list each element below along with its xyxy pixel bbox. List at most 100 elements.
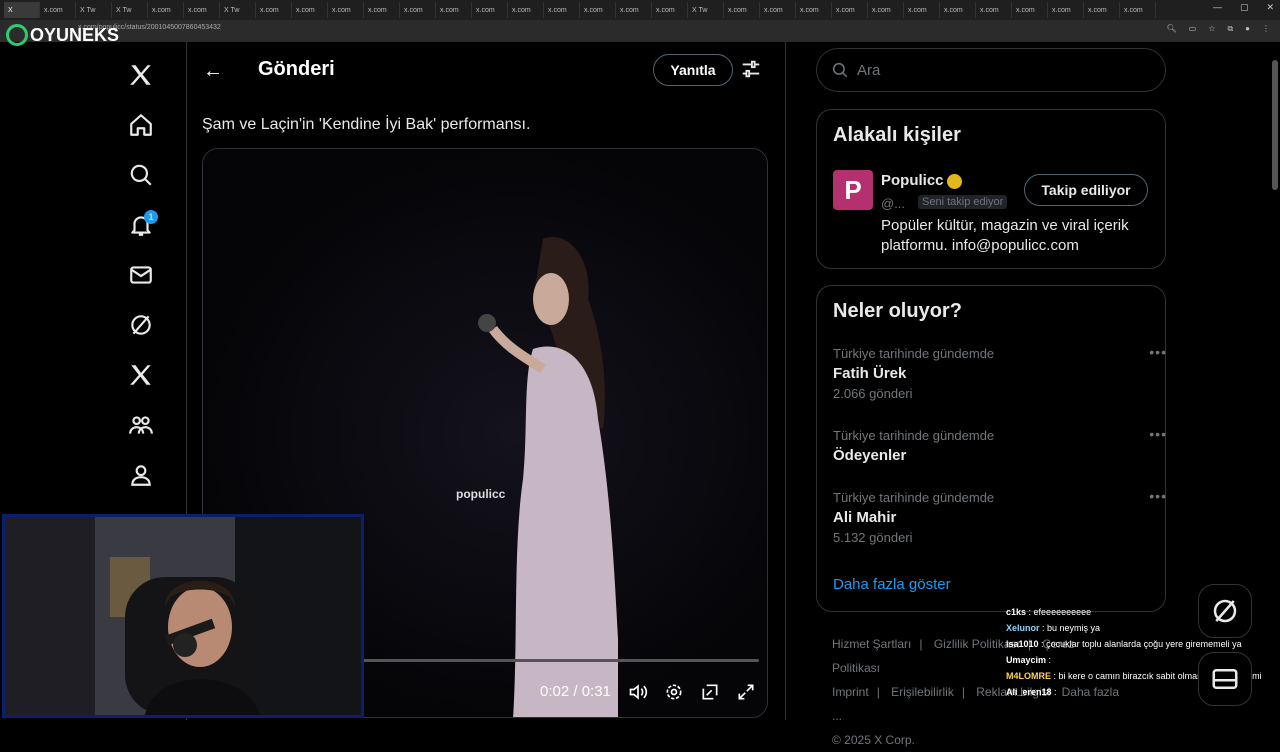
post-header: ← Gönderi Yanıtla: [187, 42, 785, 97]
browser-tab[interactable]: x.com: [796, 2, 832, 18]
more-options-icon[interactable]: •••: [1149, 426, 1167, 442]
footer-link[interactable]: Hizmet Şartları: [832, 637, 911, 651]
chat-text: efeeeeeeeeee: [1033, 607, 1092, 617]
browser-tab[interactable]: x.com: [580, 2, 616, 18]
volume-icon[interactable]: [627, 681, 649, 703]
close-window-icon[interactable]: ✕: [1266, 2, 1274, 13]
grok-fab-button[interactable]: [1198, 584, 1252, 638]
minimize-icon[interactable]: —: [1213, 2, 1222, 13]
watermark-logo-icon: [6, 24, 28, 46]
chat-username: Ali_eren18: [1006, 687, 1052, 697]
browser-tab[interactable]: x.com: [1120, 2, 1156, 18]
trend-count: 5.132 gönderi: [833, 530, 913, 545]
search-input[interactable]: [857, 61, 1137, 79]
bookmark-star-icon[interactable]: ☆: [1208, 24, 1215, 34]
browser-tab[interactable]: x.com: [472, 2, 508, 18]
browser-tab[interactable]: x.com: [940, 2, 976, 18]
relevant-people-title: Alakalı kişiler: [833, 124, 961, 146]
browser-tab[interactable]: X: [4, 2, 40, 18]
restore-icon[interactable]: ▢: [1240, 2, 1249, 13]
trends-card: Neler oluyor? Türkiye tarihinde gündemde…: [816, 285, 1166, 612]
chat-separator: :: [1039, 623, 1048, 633]
show-more-link[interactable]: Daha fazla göster: [833, 576, 951, 593]
trend-name: Fatih Ürek: [833, 365, 907, 382]
notifications-bell-icon[interactable]: 1: [116, 200, 166, 250]
address-bar-icons: 🔍︎ ▭ ☆ ⧉ ● ⋮: [1167, 24, 1270, 34]
chat-username: c1ks: [1006, 607, 1027, 617]
browser-tab-bar: Xx.com X Tw X Tw x.com x.com X Tw x.com x.com x.…: [0, 0, 1280, 20]
browser-tab[interactable]: x.com: [184, 2, 220, 18]
page-scrollbar[interactable]: [1272, 60, 1278, 190]
home-icon[interactable]: [116, 100, 166, 150]
browser-tab[interactable]: x.com: [292, 2, 328, 18]
zoom-icon[interactable]: 🔍︎: [1167, 24, 1177, 34]
chat-message: isa1010 : çocuklar toplu alanlarda çoğu …: [1006, 636, 1280, 652]
browser-tab[interactable]: x.com: [724, 2, 760, 18]
more-options-icon[interactable]: •••: [1149, 488, 1167, 504]
back-arrow-icon[interactable]: ←: [203, 60, 223, 83]
browser-tab[interactable]: X Tw: [112, 2, 148, 18]
sliders-icon[interactable]: [740, 58, 762, 80]
explore-search-icon[interactable]: [116, 150, 166, 200]
grok-icon[interactable]: [116, 300, 166, 350]
reply-button[interactable]: Yanıtla: [653, 54, 733, 86]
following-button[interactable]: Takip ediliyor: [1024, 174, 1148, 206]
profile-icon[interactable]: ●: [1245, 24, 1250, 34]
browser-tab[interactable]: x.com: [256, 2, 292, 18]
footer-link[interactable]: Imprint: [832, 685, 869, 699]
messages-envelope-icon[interactable]: [116, 250, 166, 300]
trend-item[interactable]: Türkiye tarihinde gündemde Ali Mahir 5.1…: [833, 488, 1166, 545]
browser-tab[interactable]: x.com: [760, 2, 796, 18]
picture-in-picture-icon[interactable]: [699, 681, 721, 703]
trend-item[interactable]: Türkiye tarihinde gündemde Ödeyenler •••: [833, 426, 1166, 464]
window-controls: — ▢ ✕: [1213, 2, 1274, 13]
browser-tab[interactable]: x.com: [40, 2, 76, 18]
footer-link[interactable]: Erişilebilirlik: [891, 685, 954, 699]
search-box[interactable]: [816, 48, 1166, 92]
user-bio: Popüler kültür, magazin ve viral içerik …: [881, 217, 1129, 254]
premium-x-icon[interactable]: [116, 350, 166, 400]
browser-tab[interactable]: x.com: [652, 2, 688, 18]
trend-name: Ödeyenler: [833, 447, 907, 464]
browser-tab[interactable]: x.com: [436, 2, 472, 18]
avatar[interactable]: P: [833, 170, 873, 210]
profile-person-icon[interactable]: [116, 450, 166, 500]
browser-tab[interactable]: X Tw: [688, 2, 724, 18]
extensions-icon[interactable]: ⧉: [1227, 24, 1233, 34]
x-logo-icon[interactable]: [116, 50, 166, 100]
browser-tab[interactable]: X Tw: [76, 2, 112, 18]
browser-tab[interactable]: x.com: [1048, 2, 1084, 18]
browser-tab[interactable]: x.com: [508, 2, 544, 18]
communities-icon[interactable]: [116, 400, 166, 450]
cast-icon[interactable]: ▭: [1189, 24, 1197, 34]
trend-context: Türkiye tarihinde gündemde: [833, 346, 995, 361]
chat-username: Xelunor: [1006, 623, 1040, 633]
settings-gear-icon[interactable]: [663, 681, 685, 703]
fullscreen-icon[interactable]: [735, 681, 757, 703]
messages-fab-button[interactable]: [1198, 652, 1252, 706]
chat-separator: :: [1046, 655, 1052, 665]
watermark-text: OYUNEKS: [30, 24, 120, 45]
browser-tab[interactable]: x.com: [904, 2, 940, 18]
tab-list: Xx.com X Tw X Tw x.com x.com X Tw x.com x.com x.…: [4, 2, 1156, 18]
browser-tab[interactable]: x.com: [616, 2, 652, 18]
browser-tab[interactable]: x.com: [832, 2, 868, 18]
relevant-people-card: Alakalı kişiler P Populicc @... Seni tak…: [816, 109, 1166, 269]
user-handle: @...: [881, 196, 906, 211]
browser-tab[interactable]: x.com: [1084, 2, 1120, 18]
browser-tab[interactable]: X Tw: [220, 2, 256, 18]
browser-tab[interactable]: x.com: [544, 2, 580, 18]
trend-item[interactable]: Türkiye tarihinde gündemde Fatih Ürek 2.…: [833, 344, 1166, 401]
browser-tab[interactable]: x.com: [976, 2, 1012, 18]
trend-count: 2.066 gönderi: [833, 386, 913, 401]
trend-context: Türkiye tarihinde gündemde: [833, 428, 995, 443]
more-options-icon[interactable]: •••: [1149, 344, 1167, 360]
user-name[interactable]: Populicc: [881, 172, 944, 189]
browser-tab[interactable]: x.com: [328, 2, 364, 18]
browser-tab[interactable]: x.com: [148, 2, 184, 18]
browser-tab[interactable]: x.com: [400, 2, 436, 18]
menu-kebab-icon[interactable]: ⋮: [1262, 24, 1270, 34]
browser-tab[interactable]: x.com: [1012, 2, 1048, 18]
browser-tab[interactable]: x.com: [364, 2, 400, 18]
browser-tab[interactable]: x.com: [868, 2, 904, 18]
